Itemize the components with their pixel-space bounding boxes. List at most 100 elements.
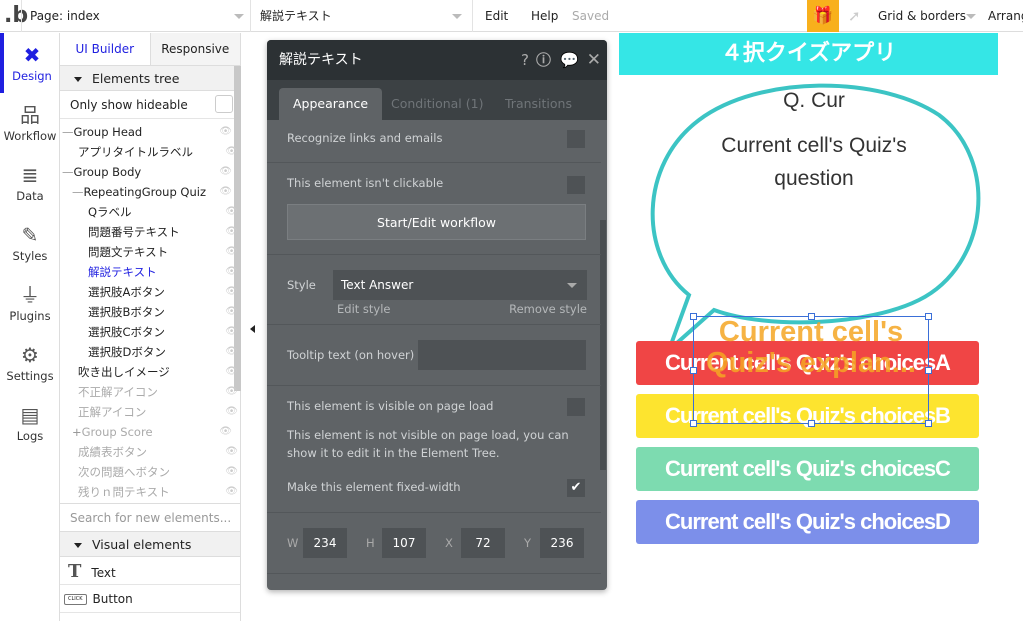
close-icon[interactable]: ✕ [587,40,601,80]
tree-item[interactable]: 問題番号テキスト 👁 [88,222,242,242]
edit-style-link[interactable]: Edit style [337,302,391,316]
tree-item[interactable]: 成績表ボタン 👁 [78,442,242,462]
resize-handle[interactable] [808,420,815,427]
height-input[interactable]: 107 [382,528,426,558]
gift-icon[interactable]: 🎁 [807,0,839,32]
collapse-panel-arrow[interactable] [250,325,255,333]
eye-icon[interactable]: 👁 [225,482,238,502]
choice-button[interactable]: Current cell's Quiz's choicesC [636,447,979,491]
tree-item[interactable]: Qラベル 👁 [88,202,242,222]
panel-scrollbar[interactable] [600,220,606,470]
nav-styles[interactable]: ✎ Styles [0,213,60,273]
tree-item[interactable]: 吹き出しイメージ 👁 [78,362,242,382]
comment-icon[interactable]: 💬 [560,40,579,80]
help-menu[interactable]: Help [531,0,558,32]
recognize-links-checkbox[interactable] [567,130,585,148]
visual-elements-header[interactable]: Visual elements [60,531,240,557]
tree-item[interactable]: —RepeatingGroup Quiz 👁 [72,182,236,202]
tree-item[interactable]: 不正解アイコン 👁 [78,382,242,402]
question-text[interactable]: Current cell's Quiz's question [699,129,929,195]
eye-icon[interactable]: 👁 [219,422,232,442]
elements-tree-header[interactable]: Elements tree [60,65,240,91]
tree-item[interactable]: —Group Body 👁 [62,162,236,182]
cursor-icon[interactable]: ➚ [848,0,861,32]
expand-icon[interactable]: + [72,425,82,439]
app-title-label[interactable]: ４択クイズアプリ [619,33,998,75]
width-input[interactable]: 234 [303,528,347,558]
bubble-logo[interactable]: .b [4,0,28,32]
eye-icon[interactable]: 👁 [225,282,238,302]
eye-icon[interactable]: 👁 [225,342,238,362]
eye-icon[interactable]: 👁 [225,462,238,482]
tooltip-input[interactable] [418,340,586,370]
eye-icon[interactable]: 👁 [225,222,238,242]
nav-design[interactable]: ✖ Design [0,33,60,93]
search-elements-input[interactable]: Search for new elements... [60,503,240,531]
visible-on-load-checkbox[interactable] [567,398,585,416]
eye-icon[interactable]: 👁 [225,142,238,162]
element-selector[interactable]: 解説テキスト [260,0,332,32]
info-icon[interactable]: ⓘ [536,40,551,80]
tab-appearance[interactable]: Appearance [279,88,383,120]
style-dropdown[interactable]: Text Answer [333,270,587,300]
tab-ui-builder[interactable]: UI Builder [60,33,151,65]
eye-icon[interactable]: 👁 [225,402,238,422]
nav-data[interactable]: ≣ Data [0,153,60,213]
collapse-icon[interactable]: — [72,185,84,199]
tree-item[interactable]: 問題文テキスト 👁 [88,242,242,262]
tab-transitions[interactable]: Transitions [505,88,572,120]
tree-item[interactable]: 次の問題へボタン 👁 [78,462,242,482]
tree-item[interactable]: +Group Score 👁 [72,422,236,442]
eye-icon[interactable]: 👁 [225,202,238,222]
resize-handle[interactable] [925,420,932,427]
explanation-text[interactable]: Current cell's Quiz's explan... [693,316,929,424]
resize-handle[interactable] [690,367,697,374]
eye-icon[interactable]: 👁 [219,122,232,142]
grid-borders-menu[interactable]: Grid & borders [878,0,966,32]
choice-button[interactable]: Current cell's Quiz's choicesD [636,500,979,544]
y-input[interactable]: 236 [540,528,584,558]
tab-responsive[interactable]: Responsive [150,33,240,65]
eye-icon[interactable]: 👁 [225,322,238,342]
text-element-item[interactable]: T Text [60,558,240,585]
tree-item[interactable]: 解説テキスト 👁 [88,262,242,282]
tree-item[interactable]: 正解アイコン 👁 [78,402,242,422]
q-label[interactable]: Q. Cur [619,89,1009,113]
page-selector[interactable]: Page: index [30,0,100,32]
not-clickable-checkbox[interactable] [567,176,585,194]
tab-conditional[interactable]: Conditional (1) [391,88,483,120]
tree-item[interactable]: 残りｎ問テキスト 👁 [78,482,242,502]
button-element-item[interactable]: CLICK Button [60,586,240,613]
resize-handle[interactable] [925,367,932,374]
eye-icon[interactable]: 👁 [225,242,238,262]
eye-icon[interactable]: 👁 [219,162,232,182]
remove-style-link[interactable]: Remove style [509,302,587,316]
resize-handle[interactable] [690,313,697,320]
tree-item[interactable]: 選択肢Cボタン 👁 [88,322,242,342]
x-input[interactable]: 72 [461,528,505,558]
eye-icon[interactable]: 👁 [225,442,238,462]
eye-icon[interactable]: 👁 [225,302,238,322]
tree-item[interactable]: 選択肢Bボタン 👁 [88,302,242,322]
resize-handle[interactable] [925,313,932,320]
eye-icon[interactable]: 👁 [225,262,238,282]
eye-icon[interactable]: 👁 [219,182,232,202]
collapse-icon[interactable]: — [62,125,74,139]
nav-logs[interactable]: ▤ Logs [0,393,60,453]
collapse-icon[interactable]: — [62,165,74,179]
nav-settings[interactable]: ⚙ Settings [0,333,60,393]
resize-handle[interactable] [808,313,815,320]
resize-handle[interactable] [690,420,697,427]
help-icon[interactable]: ? [521,40,529,80]
start-edit-workflow-button[interactable]: Start/Edit workflow [287,204,586,240]
nav-plugins[interactable]: ⏚ Plugins [0,273,60,333]
eye-icon[interactable]: 👁 [225,362,238,382]
tree-item[interactable]: 選択肢Dボタン 👁 [88,342,242,362]
tree-item[interactable]: —Group Head 👁 [62,122,236,142]
fixed-width-checkbox[interactable]: ✔ [567,479,585,497]
only-hideable-checkbox[interactable] [215,95,233,113]
tree-item[interactable]: 選択肢Aボタン 👁 [88,282,242,302]
eye-icon[interactable]: 👁 [225,382,238,402]
edit-menu[interactable]: Edit [485,0,508,32]
arrange-menu[interactable]: Arrang [988,0,1023,32]
